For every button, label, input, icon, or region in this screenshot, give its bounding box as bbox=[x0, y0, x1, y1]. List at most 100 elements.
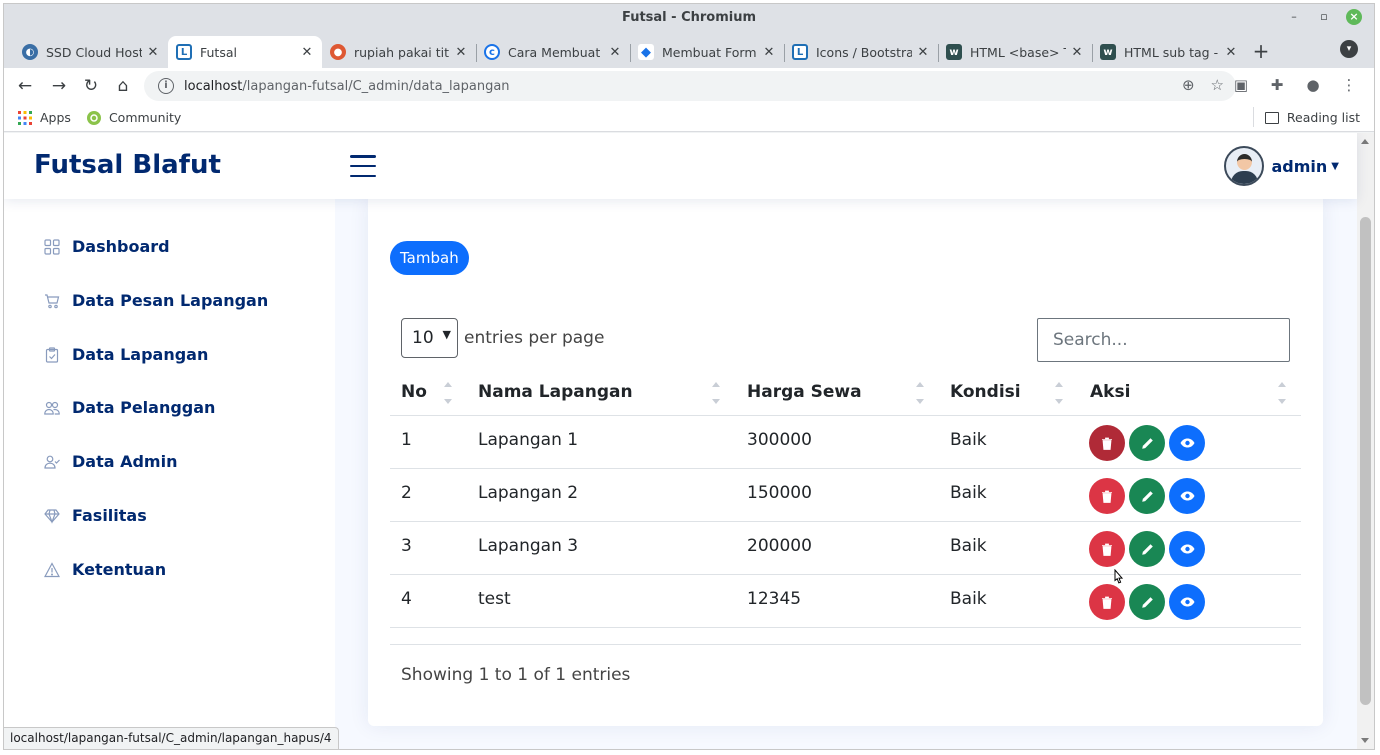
bookmark-apps[interactable]: Apps bbox=[18, 110, 71, 125]
edit-button[interactable] bbox=[1129, 584, 1165, 620]
sort-icon[interactable] bbox=[1054, 382, 1064, 404]
sort-icon[interactable] bbox=[443, 382, 453, 404]
site-logo[interactable]: Futsal Blafut bbox=[34, 150, 221, 180]
reload-icon[interactable]: ↻ bbox=[78, 73, 104, 99]
tab-html-sub[interactable]: w HTML sub tag - ✕ bbox=[1092, 36, 1246, 68]
view-button[interactable] bbox=[1169, 425, 1205, 461]
scroll-down-icon[interactable] bbox=[1361, 738, 1369, 743]
cell-harga: 150000 bbox=[747, 483, 812, 503]
view-button[interactable] bbox=[1169, 584, 1205, 620]
tab-strip: ◐ SSD Cloud Host ✕ L Futsal ✕ ● rupiah p… bbox=[14, 32, 1276, 68]
column-header-aksi[interactable]: Aksi bbox=[1090, 382, 1130, 402]
bookmark-star-icon[interactable]: ☆ bbox=[1211, 76, 1224, 94]
restore-icon[interactable]: ▫ bbox=[1316, 9, 1332, 25]
sort-icon[interactable] bbox=[915, 382, 925, 404]
hamburger-menu-icon[interactable] bbox=[350, 155, 376, 177]
url-path: /lapangan-futsal/C_admin/data_lapangan bbox=[242, 78, 510, 94]
row-actions bbox=[1089, 425, 1205, 461]
edit-button[interactable] bbox=[1129, 478, 1165, 514]
back-icon[interactable]: ← bbox=[12, 73, 38, 99]
menu-kebab-icon[interactable]: ⋮ bbox=[1338, 74, 1360, 96]
tab-rupiah[interactable]: ● rupiah pakai titik ✕ bbox=[322, 36, 476, 68]
title-bar: Futsal - Chromium – ▫ × ◐ SSD Cloud Host… bbox=[4, 4, 1374, 68]
pencil-icon bbox=[1141, 490, 1153, 502]
edit-button[interactable] bbox=[1129, 531, 1165, 567]
scroll-thumb[interactable] bbox=[1360, 217, 1371, 705]
delete-button[interactable] bbox=[1089, 531, 1125, 567]
cell-harga: 12345 bbox=[747, 589, 802, 609]
column-header-harga-sewa[interactable]: Harga Sewa bbox=[747, 382, 862, 402]
per-page-select[interactable]: 10 ▼ bbox=[401, 318, 458, 358]
puzzle-extensions-icon[interactable]: ✚ bbox=[1266, 74, 1288, 96]
forward-icon[interactable]: → bbox=[46, 73, 72, 99]
tab-html-base[interactable]: w HTML <base> T ✕ bbox=[938, 36, 1092, 68]
column-header-no[interactable]: No bbox=[401, 382, 427, 402]
page-header: Futsal Blafut admin ▼ bbox=[4, 133, 1357, 199]
pencil-icon bbox=[1141, 543, 1153, 555]
cart-icon bbox=[45, 293, 60, 308]
extension-icon[interactable]: ▣ bbox=[1230, 74, 1252, 96]
sidebar-item-label: Data Pelanggan bbox=[72, 398, 216, 417]
sidebar-item-label: Data Admin bbox=[72, 452, 178, 471]
page-viewport: Futsal Blafut admin ▼ Dashboard Data Pes… bbox=[4, 133, 1374, 749]
tab-close-icon[interactable]: ✕ bbox=[762, 45, 776, 60]
view-button[interactable] bbox=[1169, 531, 1205, 567]
omnibox-actions: ⊕ ☆ bbox=[1182, 76, 1224, 94]
sidebar-item-label: Data Pesan Lapangan bbox=[72, 291, 269, 310]
home-icon[interactable]: ⌂ bbox=[110, 73, 136, 99]
profile-icon[interactable]: ● bbox=[1302, 74, 1324, 96]
minimize-icon[interactable]: – bbox=[1286, 9, 1302, 25]
tab-title: HTML <base> T bbox=[970, 44, 1066, 60]
tab-cara-membuat[interactable]: c Cara Membuat ✕ bbox=[476, 36, 630, 68]
cell-nama: Lapangan 3 bbox=[478, 536, 579, 556]
sort-icon[interactable] bbox=[1277, 382, 1287, 404]
view-button[interactable] bbox=[1169, 478, 1205, 514]
sidebar-item-data-admin[interactable]: Data Admin bbox=[44, 452, 177, 471]
delete-button[interactable] bbox=[1089, 425, 1125, 461]
tab-ssd-cloud[interactable]: ◐ SSD Cloud Host ✕ bbox=[14, 36, 168, 68]
trash-icon bbox=[1102, 490, 1112, 503]
scroll-up-icon[interactable] bbox=[1361, 139, 1369, 144]
bookmarks-bar: Apps Community Reading list bbox=[4, 104, 1374, 132]
page-scrollbar[interactable] bbox=[1357, 133, 1374, 749]
delete-button[interactable] bbox=[1089, 584, 1125, 620]
profile-dropdown[interactable]: admin ▼ bbox=[1223, 146, 1339, 186]
column-header-nama-lapangan[interactable]: Nama Lapangan bbox=[478, 382, 633, 402]
tab-close-icon[interactable]: ✕ bbox=[916, 45, 930, 60]
tab-icons-bootstrap[interactable]: L Icons / Bootstrap ✕ bbox=[784, 36, 938, 68]
delete-button[interactable] bbox=[1089, 478, 1125, 514]
tab-membuat-form[interactable]: ◆ Membuat Form ✕ bbox=[630, 36, 784, 68]
reading-list-button[interactable]: Reading list bbox=[1252, 107, 1360, 127]
sidebar: Dashboard Data Pesan Lapangan Data Lapan… bbox=[4, 199, 335, 749]
pencil-icon bbox=[1141, 437, 1153, 449]
bookmark-community[interactable]: Community bbox=[86, 110, 181, 125]
tab-close-icon[interactable]: ✕ bbox=[454, 45, 468, 60]
tab-close-icon[interactable]: ✕ bbox=[146, 45, 160, 60]
sidebar-item-data-pelanggan[interactable]: Data Pelanggan bbox=[44, 398, 215, 417]
sort-icon[interactable] bbox=[711, 382, 721, 404]
sidebar-item-fasilitas[interactable]: Fasilitas bbox=[44, 506, 147, 525]
column-header-kondisi[interactable]: Kondisi bbox=[950, 382, 1021, 402]
zoom-icon[interactable]: ⊕ bbox=[1182, 76, 1195, 94]
tab-search-icon[interactable]: ▾ bbox=[1340, 40, 1358, 58]
tambah-button[interactable]: Tambah bbox=[390, 241, 469, 275]
tab-futsal[interactable]: L Futsal ✕ bbox=[168, 36, 322, 68]
cell-no: 4 bbox=[401, 589, 412, 609]
tab-close-icon[interactable]: ✕ bbox=[300, 45, 314, 60]
sidebar-item-dashboard[interactable]: Dashboard bbox=[44, 237, 170, 256]
sidebar-item-ketentuan[interactable]: Ketentuan bbox=[44, 560, 166, 579]
sidebar-item-data-lapangan[interactable]: Data Lapangan bbox=[44, 345, 208, 364]
row-actions bbox=[1089, 531, 1205, 567]
tab-close-icon[interactable]: ✕ bbox=[1224, 45, 1238, 60]
tab-close-icon[interactable]: ✕ bbox=[1070, 45, 1084, 60]
new-tab-button[interactable]: + bbox=[1246, 36, 1276, 68]
edit-button[interactable] bbox=[1129, 425, 1165, 461]
address-bar[interactable]: i localhost/lapangan-futsal/C_admin/data… bbox=[144, 71, 1236, 101]
search-input[interactable]: Search... bbox=[1037, 318, 1290, 362]
sidebar-item-data-pesan-lapangan[interactable]: Data Pesan Lapangan bbox=[44, 291, 268, 310]
site-info-icon[interactable]: i bbox=[158, 78, 174, 94]
close-window-icon[interactable]: × bbox=[1346, 9, 1362, 25]
table-header: No Nama Lapangan Harga Sewa Kondisi Aksi bbox=[390, 369, 1301, 416]
bootstrap-favicon: L bbox=[792, 44, 808, 60]
tab-close-icon[interactable]: ✕ bbox=[608, 45, 622, 60]
